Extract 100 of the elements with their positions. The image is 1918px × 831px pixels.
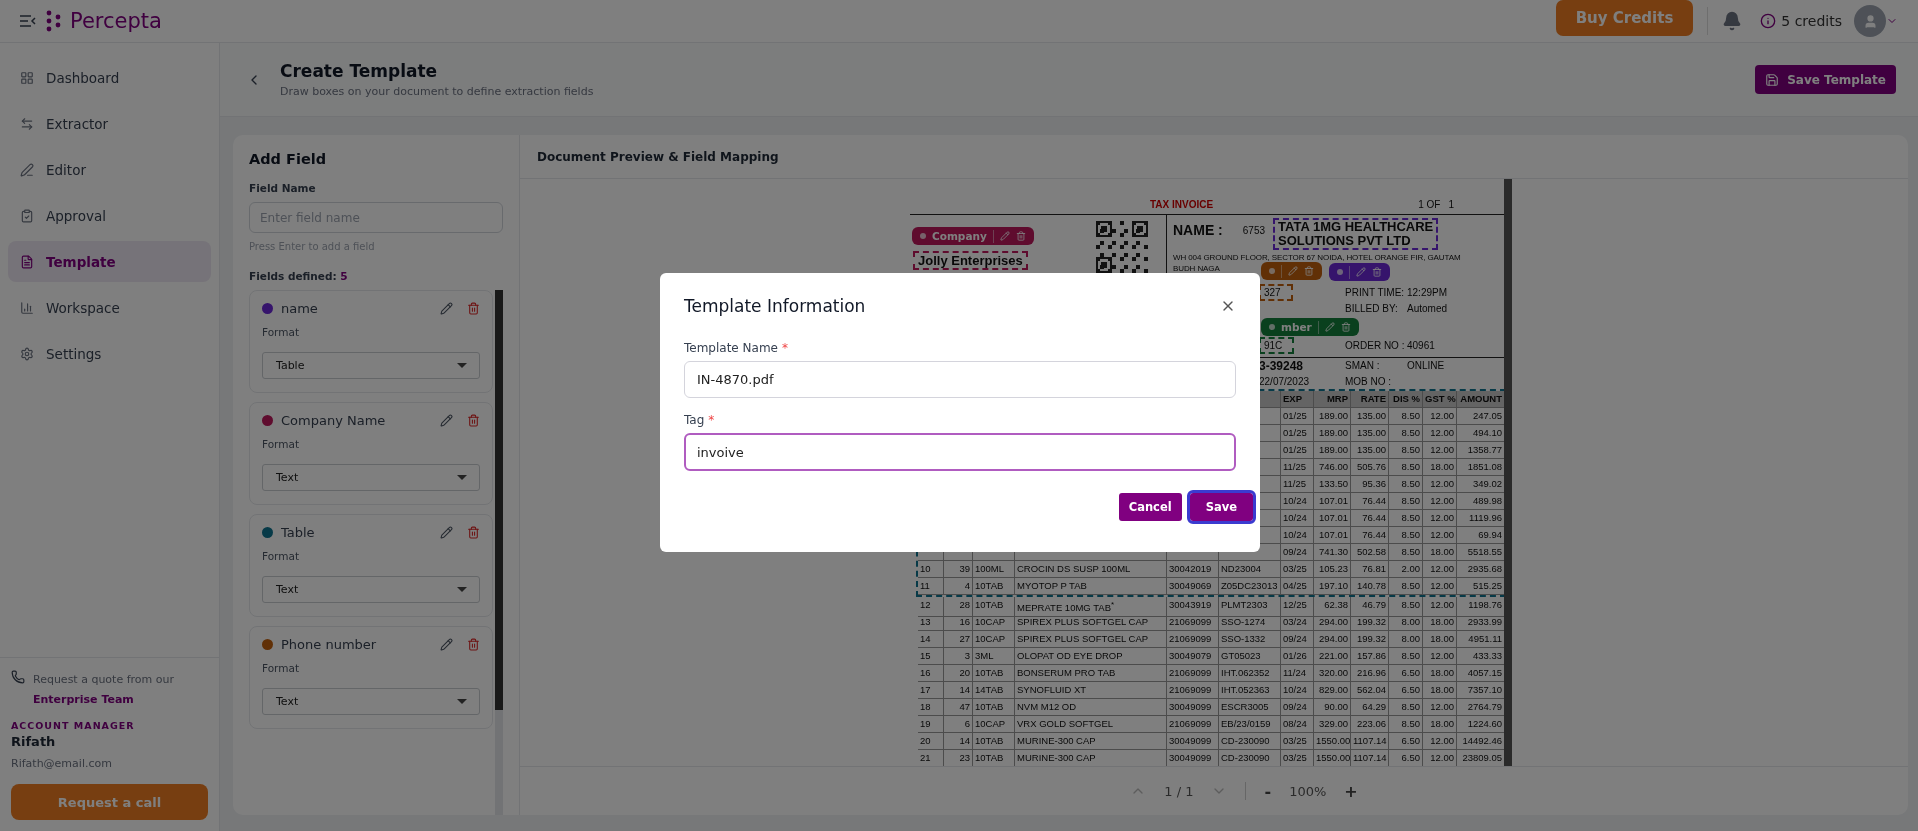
table-cell: 28	[944, 597, 973, 618]
table-cell: BONSERUM PRO TAB	[1015, 665, 1167, 682]
table-cell: GT05023	[1219, 648, 1281, 665]
delete-icon[interactable]	[1015, 231, 1026, 241]
table-cell: 320.00	[1314, 665, 1351, 682]
table-cell: VRX GOLD SOFTGEL	[1015, 716, 1167, 733]
format-select[interactable]: Text	[262, 688, 480, 715]
customer-code: 6753	[1242, 225, 1266, 236]
table-cell: 10CAP	[973, 716, 1015, 733]
table-cell: 107.01	[1314, 510, 1351, 527]
table-cell: IHT.062352	[1219, 665, 1281, 682]
dialog-title: Template Information	[684, 296, 866, 316]
table-cell: 189.00	[1314, 442, 1351, 459]
table-cell: 8.50	[1389, 699, 1423, 716]
table-cell: 17	[918, 682, 944, 699]
page-label: 1 OF	[1418, 199, 1441, 210]
field-tag[interactable]	[1261, 262, 1322, 280]
zoom-out-button[interactable]: -	[1264, 781, 1272, 801]
table-cell: 12.00	[1423, 699, 1457, 716]
nav-item[interactable]: Template	[8, 241, 211, 282]
nav-item[interactable]: Workspace	[8, 287, 211, 328]
page-subtitle: Draw boxes on your document to define extraction fields	[280, 85, 594, 98]
format-select[interactable]: Text	[262, 464, 480, 491]
table-cell: 8.50	[1389, 476, 1423, 493]
table-cell: MEPRATE 10MG TAB$^{*}$	[1015, 597, 1167, 618]
table-cell: 30049099	[1167, 733, 1219, 750]
logo-icon	[46, 10, 62, 32]
nav-item[interactable]: Extractor	[8, 103, 211, 144]
zoom-in-button[interactable]: +	[1344, 781, 1358, 801]
table-cell: SSO-1332	[1219, 631, 1281, 648]
field-name: Phone number	[281, 637, 377, 652]
info-label: SMAN :	[1345, 360, 1381, 371]
nav-item[interactable]: Settings	[8, 333, 211, 374]
table-cell: 30049079	[1167, 648, 1219, 665]
edit-icon[interactable]	[440, 638, 453, 651]
table-cell: 76.44	[1351, 527, 1389, 544]
table-cell: 8.50	[1389, 510, 1423, 527]
nav-item[interactable]: Editor	[8, 149, 211, 190]
edit-icon[interactable]	[440, 414, 453, 427]
info-value: ONLINE	[1407, 360, 1446, 371]
column-header: DIS %	[1389, 391, 1423, 408]
save-button[interactable]: Save	[1189, 493, 1253, 521]
table-cell: 12.00	[1423, 510, 1457, 527]
table-cell: 21069099	[1167, 614, 1219, 631]
table-cell: 294.00	[1314, 631, 1351, 648]
enterprise-team-link[interactable]: Enterprise Team	[33, 690, 134, 710]
delete-icon[interactable]	[467, 414, 480, 427]
table-cell: 11	[918, 578, 944, 595]
field-tag[interactable]: mber	[1261, 318, 1359, 336]
format-label: Format	[262, 662, 300, 674]
edit-icon[interactable]	[440, 526, 453, 539]
info-value: 40961	[1407, 340, 1436, 351]
format-select[interactable]: Text	[262, 576, 480, 603]
edit-icon[interactable]	[440, 302, 453, 315]
field-label: Field Name	[249, 182, 317, 194]
nav-icon	[20, 300, 34, 315]
table-cell: 18	[918, 699, 944, 716]
delete-icon[interactable]	[1340, 322, 1351, 332]
table-cell: 12.00	[1423, 476, 1457, 493]
table-cell: 8.50	[1389, 408, 1423, 425]
scrollbar[interactable]	[1504, 179, 1512, 766]
delete-icon[interactable]	[467, 638, 480, 651]
info-label: BILLED BY:	[1345, 302, 1399, 314]
cancel-button[interactable]: Cancel	[1118, 493, 1182, 521]
nav-item[interactable]: Approval	[8, 195, 211, 236]
table-cell: 107.01	[1314, 527, 1351, 544]
menu-icon[interactable]	[20, 15, 36, 27]
manager-email: Rifath@email.com	[11, 757, 113, 770]
table-cell: 3ML	[973, 648, 1015, 665]
nav-icon	[20, 346, 34, 361]
nav-item[interactable]: Dashboard	[8, 57, 211, 98]
table-cell: 14TAB	[973, 682, 1015, 699]
delete-icon[interactable]	[467, 302, 480, 315]
table-cell: 8.50	[1389, 527, 1423, 544]
table-cell: 135.00	[1351, 408, 1389, 425]
buy-credits-button[interactable]: Buy Credits	[1555, 0, 1694, 36]
table-cell: 8.00	[1389, 614, 1423, 631]
field-tag[interactable]: Company	[912, 227, 1034, 245]
table-cell: 08/24	[1281, 716, 1314, 733]
format-select[interactable]: Table	[262, 352, 480, 379]
scrollbar[interactable]	[495, 290, 503, 815]
text-input[interactable]: IN-4870.pdf	[684, 361, 1236, 398]
delete-icon[interactable]	[1372, 267, 1382, 277]
avatar[interactable]	[1854, 5, 1886, 37]
delete-icon[interactable]	[1304, 266, 1314, 276]
table-cell: 12.00	[1423, 597, 1457, 618]
info-value: 3-39248	[1259, 358, 1304, 373]
delete-icon[interactable]	[467, 526, 480, 539]
table-cell: CD-230090	[1219, 750, 1281, 766]
table-cell: 12.00	[1423, 408, 1457, 425]
zoom-level: 100%	[1289, 783, 1327, 799]
brand-name: Percepta	[70, 9, 162, 33]
table-cell: 100ML	[973, 561, 1015, 578]
field-tag[interactable]	[1329, 263, 1390, 281]
text-input[interactable]: invoive	[684, 433, 1236, 471]
table-cell: 76.44	[1351, 510, 1389, 527]
bell-icon[interactable]	[1722, 11, 1743, 31]
mapped-text: Jolly Enterprises	[913, 251, 1028, 270]
request-call-button[interactable]: Request a call	[11, 784, 208, 820]
save-template-button[interactable]: Save Template	[1755, 65, 1896, 94]
